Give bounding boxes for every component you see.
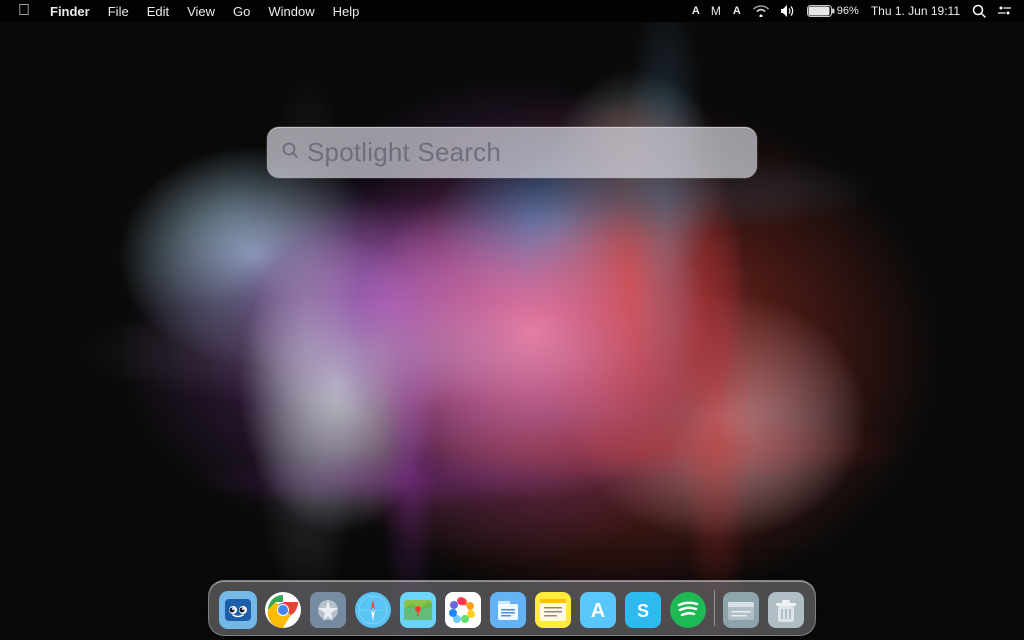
menu-go[interactable]: Go [225, 0, 258, 22]
volume-icon[interactable] [777, 0, 799, 22]
apple-menu[interactable]:  [8, 0, 40, 22]
battery-container[interactable]: 96% [803, 0, 863, 22]
menubar-right: A M A 96% [688, 0, 1016, 22]
app-name[interactable]: Finder [42, 0, 98, 22]
dock-appstore[interactable]: A [577, 589, 619, 631]
dock-chrome[interactable] [262, 589, 304, 631]
dock-finder[interactable] [217, 589, 259, 631]
spotlight-menu-icon[interactable] [968, 0, 990, 22]
menu-edit[interactable]: Edit [139, 0, 177, 22]
control-center-icon[interactable] [994, 0, 1016, 22]
dock-maps[interactable] [397, 589, 439, 631]
menubar:  Finder File Edit View Go Window Help A… [0, 0, 1024, 22]
dock-container: A S [208, 580, 816, 636]
dock-filemanager[interactable] [720, 589, 762, 631]
menu-window[interactable]: Window [260, 0, 322, 22]
menu-view[interactable]: View [179, 0, 223, 22]
menu-file[interactable]: File [100, 0, 137, 22]
wifi-icon[interactable] [749, 0, 773, 22]
dock-trash[interactable] [765, 589, 807, 631]
dock-photos[interactable] [442, 589, 484, 631]
svg-text:A: A [591, 600, 605, 622]
dock-divider [714, 590, 715, 626]
spotlight-search-box[interactable]: Spotlight Search [267, 127, 757, 178]
menubar-left:  Finder File Edit View Go Window Help [8, 0, 688, 22]
dock-launchpad[interactable] [307, 589, 349, 631]
battery-text: 96% [837, 5, 859, 17]
dock-spotify[interactable] [667, 589, 709, 631]
dock: A S [208, 580, 816, 636]
textinput-icon[interactable]: A [688, 0, 703, 22]
vpn-icon[interactable]: A [729, 0, 745, 22]
dock-safari[interactable] [352, 589, 394, 631]
spotlight-search-icon [281, 141, 299, 164]
menu-help[interactable]: Help [325, 0, 368, 22]
spotlight-input[interactable]: Spotlight Search [307, 137, 743, 168]
svg-text:S: S [637, 601, 649, 621]
dock-notes[interactable] [532, 589, 574, 631]
datetime-display[interactable]: Thu 1. Jun 19:11 [867, 0, 964, 22]
spotlight-overlay: Spotlight Search [0, 22, 1024, 640]
mail-status-icon[interactable]: M [707, 0, 725, 22]
dock-skype[interactable]: S [622, 589, 664, 631]
dock-files[interactable] [487, 589, 529, 631]
